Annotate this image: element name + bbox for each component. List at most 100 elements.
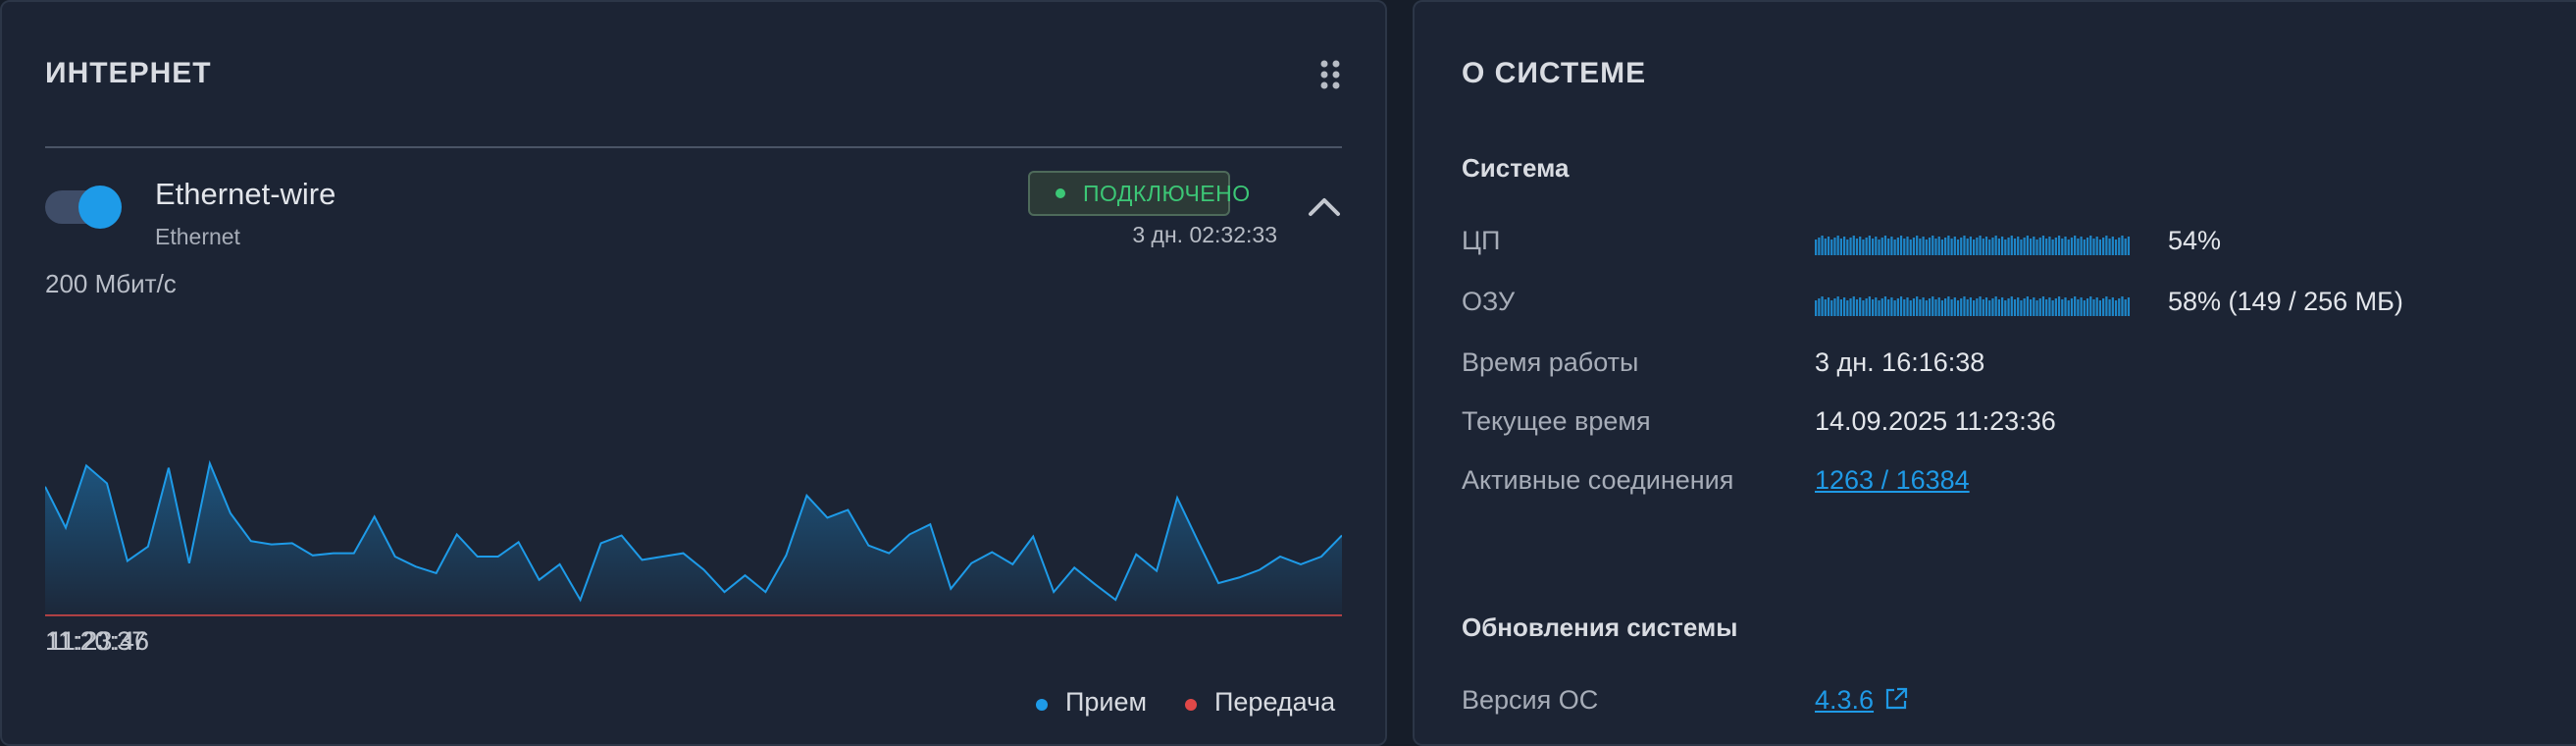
ram-value: 58% (149 / 256 МБ) (2168, 287, 2403, 316)
usage-bar-segment (1868, 296, 1871, 316)
usage-bar-segment (2013, 239, 2017, 255)
connections-label: Активные соединения (1462, 465, 1734, 495)
usage-bar-segment (1865, 298, 1868, 316)
external-link-icon[interactable] (1883, 686, 1909, 712)
usage-bar-segment (1919, 299, 1922, 316)
usage-bar-segment (1880, 298, 1883, 316)
legend-tx-dot-icon (1185, 699, 1197, 711)
usage-bar-segment (1988, 240, 1991, 255)
usage-bar-segment (1830, 240, 1833, 255)
usage-bar-segment (2041, 296, 2045, 316)
usage-bar-segment (1824, 299, 1827, 316)
usage-bar-segment (2077, 299, 2080, 316)
usage-bar-segment (2067, 240, 2070, 255)
usage-bar-segment (1979, 296, 1982, 316)
usage-bar-segment (1947, 296, 1950, 316)
chart-max-speed-label: 200 Мбит/с (45, 269, 177, 298)
usage-bar-segment (1991, 298, 1994, 316)
usage-bar-segment (2064, 237, 2067, 255)
usage-bar-segment (1849, 298, 1852, 316)
usage-bar-segment (2070, 238, 2074, 255)
usage-bar-segment (2102, 298, 2105, 316)
status-dot-icon (1056, 188, 1065, 198)
usage-bar-segment (1944, 298, 1947, 316)
usage-bar-segment (2077, 239, 2080, 255)
os-version-link[interactable]: 4.3.6 (1815, 685, 1874, 715)
legend-rx[interactable]: Прием (1036, 687, 1147, 718)
usage-bar-segment (2114, 300, 2118, 316)
usage-bar-segment (1960, 238, 1963, 255)
usage-bar-segment (1932, 296, 1934, 316)
usage-bar-segment (1925, 240, 1928, 255)
cpu-usage-bar (1815, 236, 2131, 255)
usage-bar-segment (1928, 238, 1932, 255)
usage-bar-segment (1906, 237, 1909, 255)
connections-link[interactable]: 1263 / 16384 (1815, 465, 1970, 496)
usage-bar-segment (2108, 299, 2111, 316)
usage-bar-segment (2124, 299, 2127, 316)
usage-bar-segment (2020, 240, 2023, 255)
usage-bar-segment (1944, 238, 1947, 255)
usage-bar-segment (1833, 238, 1836, 255)
usage-bar-segment (1940, 240, 1944, 255)
usage-bar-segment (1903, 299, 1906, 316)
usage-bar-segment (1818, 298, 1821, 316)
usage-bar-segment (1871, 299, 1875, 316)
usage-bar-segment (1953, 297, 1956, 316)
usage-bar-segment (1896, 298, 1899, 316)
status-badge: ПОДКЛЮЧЕНО (1028, 171, 1250, 216)
legend-rx-dot-icon (1036, 699, 1048, 711)
usage-bar-segment (2051, 300, 2054, 316)
usage-bar-segment (2098, 300, 2102, 316)
drag-handle-icon[interactable] (1318, 59, 1342, 90)
usage-bar-segment (2057, 236, 2061, 255)
legend-tx[interactable]: Передача (1185, 687, 1335, 718)
usage-bar-segment (1947, 236, 1950, 255)
usage-bar-segment (1903, 239, 1906, 255)
usage-bar-segment (2029, 299, 2033, 316)
usage-bar-segment (2004, 300, 2007, 316)
usage-bar-segment (2026, 236, 2029, 255)
usage-bar-segment (1984, 237, 1988, 255)
usage-bar-segment (2045, 299, 2048, 316)
usage-bar-segment (2041, 236, 2045, 255)
divider (45, 146, 1342, 148)
usage-bar-segment (1868, 236, 1871, 255)
usage-bar-segment (1862, 300, 1865, 316)
updates-section-title: Обновления системы (1462, 613, 1738, 642)
usage-bar-segment (1875, 237, 1878, 255)
usage-bar-segment (1997, 239, 2001, 255)
usage-bar-segment (1906, 297, 1909, 316)
usage-bar-segment (1821, 296, 1824, 316)
usage-bar-segment (1893, 240, 1896, 255)
usage-bar-segment (2074, 236, 2077, 255)
usage-bar-segment (1937, 297, 1940, 316)
usage-bar-segment (2033, 237, 2035, 255)
usage-bar-segment (2118, 298, 2121, 316)
os-version-label: Версия ОС (1462, 685, 1599, 715)
uptime-value: 3 дн. 16:16:38 (1815, 347, 1985, 377)
usage-bar-segment (2004, 240, 2007, 255)
usage-bar-segment (1982, 239, 1984, 255)
usage-bar-segment (2086, 238, 2089, 255)
usage-bar-segment (2083, 240, 2086, 255)
usage-bar-segment (1883, 296, 1887, 316)
usage-bar-segment (2048, 297, 2051, 316)
usage-bar-segment (2067, 300, 2070, 316)
usage-bar-segment (1899, 296, 1903, 316)
usage-bar-segment (1979, 236, 1982, 255)
legend-rx-label: Прием (1065, 687, 1148, 717)
usage-bar-segment (2070, 298, 2074, 316)
usage-bar-segment (1997, 299, 2001, 316)
usage-bar-segment (1887, 239, 1890, 255)
interface-toggle[interactable] (45, 186, 122, 229)
usage-bar-segment (2051, 240, 2054, 255)
chevron-up-icon[interactable] (1307, 194, 1342, 218)
usage-bar-segment (1916, 236, 1919, 255)
usage-bar-segment (1963, 296, 1966, 316)
usage-bar-segment (2017, 297, 2020, 316)
usage-bar-segment (2095, 297, 2098, 316)
usage-bar-segment (1963, 236, 1966, 255)
usage-bar-segment (1815, 300, 1818, 316)
usage-bar-segment (1846, 240, 1849, 255)
